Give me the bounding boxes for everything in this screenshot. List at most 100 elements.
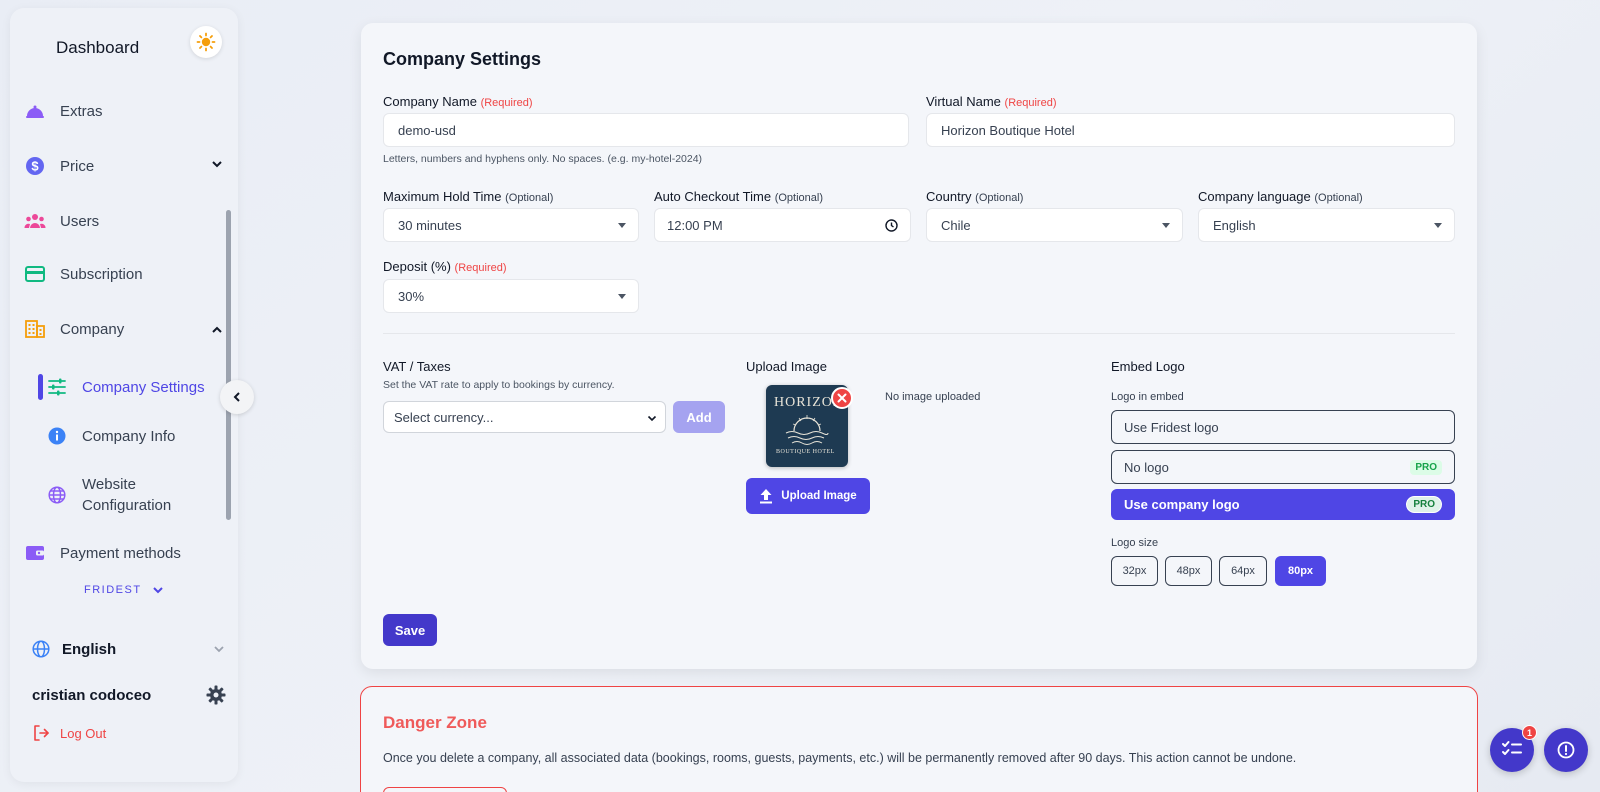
- embed-logo-title: Embed Logo: [1111, 359, 1185, 374]
- chevron-up-icon[interactable]: [210, 323, 224, 337]
- virtual-name-input[interactable]: Horizon Boutique Hotel: [926, 113, 1455, 147]
- currency-select[interactable]: Select currency...: [383, 401, 666, 433]
- deposit-label: Deposit (%) (Required): [383, 259, 507, 274]
- gear-icon[interactable]: [206, 685, 226, 705]
- pro-badge: PRO: [1410, 459, 1442, 475]
- virtual-name-label: Virtual Name (Required): [926, 94, 1057, 109]
- upload-button-label: Upload Image: [781, 490, 857, 502]
- optional-tag: (Optional): [505, 192, 554, 204]
- chevron-down-icon: [214, 646, 224, 653]
- caret-down-icon: [618, 223, 626, 228]
- embed-option-no-logo[interactable]: No logo PRO: [1111, 450, 1455, 484]
- sidebar-subitem-label: Company Settings: [82, 378, 205, 396]
- company-language-select[interactable]: English: [1198, 208, 1455, 242]
- section-divider: [383, 333, 1455, 334]
- chevron-left-icon: [233, 392, 240, 402]
- card-icon: [24, 263, 46, 285]
- virtual-name-value: Horizon Boutique Hotel: [941, 122, 1075, 138]
- chevron-down-icon[interactable]: [210, 157, 224, 171]
- theme-toggle-button[interactable]: [190, 26, 222, 58]
- caret-down-icon: [1162, 223, 1170, 228]
- sidebar-subitem-company-info[interactable]: Company Info: [46, 425, 226, 447]
- no-image-text: No image uploaded: [885, 391, 981, 403]
- caret-down-icon: [1434, 223, 1442, 228]
- embed-option-fridest-logo[interactable]: Use Fridest logo: [1111, 410, 1455, 444]
- company-name-hint: Letters, numbers and hyphens only. No sp…: [383, 153, 703, 165]
- sidebar-item-label: Extras: [60, 102, 103, 120]
- logout-icon: [34, 725, 49, 741]
- logo-size-32-button[interactable]: 32px: [1111, 556, 1158, 586]
- upload-image-button[interactable]: Upload Image: [746, 478, 870, 514]
- sidebar-subitem-website-configuration[interactable]: Website Configuration: [46, 474, 226, 516]
- logo-in-embed-label: Logo in embed: [1111, 391, 1184, 403]
- embed-option-label: No logo: [1124, 459, 1169, 475]
- notification-badge: 1: [1522, 725, 1537, 740]
- logo-subtext: BOUTIQUE HOTEL: [776, 449, 835, 455]
- hold-time-value: 30 minutes: [398, 217, 462, 233]
- caret-down-icon: [618, 294, 626, 299]
- save-button[interactable]: Save: [383, 614, 437, 646]
- close-icon: [837, 393, 847, 403]
- hold-time-label: Maximum Hold Time (Optional): [383, 189, 553, 204]
- currency-select-value: Select currency...: [394, 409, 494, 425]
- sidebar-scrollbar[interactable]: [226, 210, 231, 520]
- remove-image-button[interactable]: [831, 387, 853, 409]
- sidebar-item-subscription[interactable]: Subscription: [24, 259, 224, 289]
- field-label-text: Virtual Name: [926, 94, 1001, 109]
- danger-zone-card: Danger Zone Once you delete a company, a…: [360, 686, 1478, 792]
- sidebar-subitem-label: Company Info: [82, 427, 176, 445]
- sidebar-item-price[interactable]: $ Price: [24, 151, 224, 181]
- embed-option-label: Use Fridest logo: [1124, 419, 1219, 435]
- deposit-select[interactable]: 30%: [383, 279, 639, 313]
- logo-size-48-button[interactable]: 48px: [1165, 556, 1212, 586]
- page-title: Company Settings: [383, 49, 542, 69]
- vat-subtitle: Set the VAT rate to apply to bookings by…: [383, 379, 615, 391]
- svg-text:$: $: [31, 159, 39, 174]
- clock-icon[interactable]: [885, 219, 898, 232]
- cloche-icon: [24, 100, 46, 122]
- sidebar-item-payment-methods[interactable]: Payment methods: [24, 538, 224, 568]
- logo-size-64-button[interactable]: 64px: [1219, 556, 1267, 586]
- sidebar-subitem-company-settings[interactable]: Company Settings: [46, 376, 226, 398]
- help-fab-button[interactable]: [1544, 728, 1588, 772]
- sidebar-collapse-button[interactable]: [220, 380, 254, 414]
- chevron-down-icon: [647, 415, 657, 422]
- company-name-input[interactable]: demo-usd: [383, 113, 909, 147]
- company-settings-card: Company Settings Company Name (Required)…: [361, 23, 1477, 669]
- checkout-time-input[interactable]: 12:00 PM: [654, 208, 911, 242]
- upload-icon: [760, 489, 773, 504]
- sidebar-subitem-label: Website Configuration: [82, 476, 172, 514]
- danger-zone-text: Once you delete a company, all associate…: [383, 751, 1297, 765]
- user-row: cristian codoceo: [32, 685, 226, 705]
- country-label: Country (Optional): [926, 189, 1023, 204]
- deposit-value: 30%: [398, 288, 425, 304]
- logout-button[interactable]: Log Out: [32, 724, 106, 742]
- active-indicator: [38, 374, 43, 400]
- sliders-icon: [46, 376, 68, 398]
- country-select[interactable]: Chile: [926, 208, 1183, 242]
- sidebar-item-label: Payment methods: [60, 544, 181, 562]
- embed-option-company-logo[interactable]: Use company logo PRO: [1111, 489, 1455, 520]
- logo-size-80-button[interactable]: 80px: [1275, 556, 1326, 586]
- sidebar-item-users[interactable]: Users: [24, 206, 224, 236]
- delete-company-button[interactable]: [383, 787, 507, 792]
- company-name-label: Company Name (Required): [383, 94, 533, 109]
- alert-circle-icon: [1557, 741, 1575, 759]
- field-label-text: Auto Checkout Time: [654, 189, 772, 204]
- globe-icon: [46, 484, 68, 506]
- required-tag: (Required): [480, 97, 533, 109]
- sidebar-item-extras[interactable]: Extras: [24, 96, 224, 126]
- sun-icon: [196, 32, 216, 52]
- workspace-switcher[interactable]: FRIDEST: [84, 584, 164, 596]
- hold-time-select[interactable]: 30 minutes: [383, 208, 639, 242]
- language-label: English: [62, 640, 117, 658]
- users-icon: [24, 210, 46, 232]
- add-vat-button[interactable]: Add: [673, 401, 725, 433]
- logo-size-label: Logo size: [1111, 537, 1159, 549]
- sidebar-item-company[interactable]: Company: [24, 314, 224, 344]
- chevron-down-icon: [152, 587, 163, 594]
- language-selector[interactable]: English: [32, 640, 226, 658]
- field-label-text: Company language: [1198, 189, 1311, 204]
- sidebar-item-label: Users: [60, 212, 100, 230]
- optional-tag: (Optional): [975, 192, 1024, 204]
